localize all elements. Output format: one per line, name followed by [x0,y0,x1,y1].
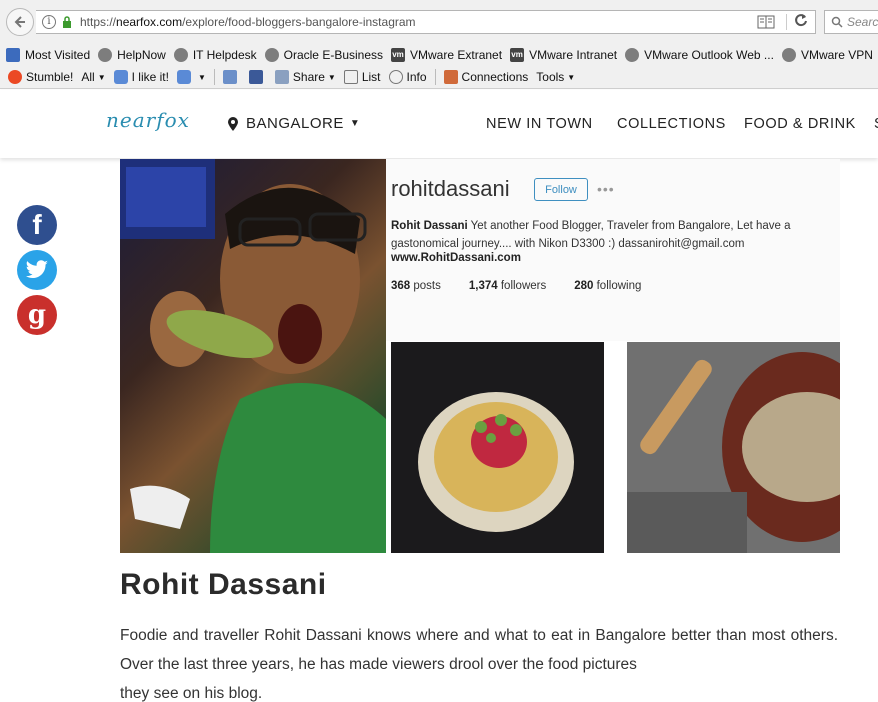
bookmark-vmware-vpn[interactable]: VMware VPN [781,47,873,62]
back-arrow-icon [14,16,25,28]
article-body: Foodie and traveller Rohit Dassani knows… [120,621,838,702]
article-paragraph-continued: they see on his blog. [120,685,263,702]
globe-icon [173,47,188,62]
nav-overflow-item[interactable]: S [874,116,878,132]
caret-down-icon: ▼ [349,118,361,129]
food-photo-dessert[interactable] [627,342,840,553]
globe-icon [98,47,113,62]
city-selector[interactable]: BANGALORE ▼ [228,115,360,132]
globe-icon [264,47,279,62]
instagram-stats: 368 posts 1,374 followers 280 following [391,280,641,292]
article-title: Rohit Dassani [120,568,327,601]
plus-icon [343,70,358,84]
bookmark-vmware-extranet[interactable]: vm VMware Extranet [391,47,502,62]
facebook-icon: f [32,209,42,240]
url-text[interactable]: https://nearfox.com/explore/food-blogger… [80,15,416,29]
stumble-button[interactable]: Stumble! [8,70,73,84]
reload-icon[interactable] [794,13,808,30]
reader-view-icon[interactable] [757,15,775,32]
bookmarks-bar: Most Visited HelpNow IT Helpdesk Oracle … [0,43,878,66]
facebook-share-button[interactable] [248,70,267,84]
twitter-share-button[interactable] [17,250,57,290]
location-pin-icon [228,116,238,131]
instagram-website-link[interactable]: www.RohitDassani.com [391,252,521,264]
followers-stat[interactable]: 1,374 followers [469,280,546,292]
browser-url-row: i https://nearfox.com/explore/food-blogg… [0,0,878,43]
globe-icon [781,47,796,62]
nav-collections[interactable]: COLLECTIONS [617,116,726,132]
nav-food-and-drink[interactable]: FOOD & DRINK [744,116,856,132]
all-dropdown[interactable]: All ▼ [81,70,105,84]
bookmark-helpnow[interactable]: HelpNow [98,47,166,62]
search-input[interactable]: Searc [824,10,878,34]
thumbs-down-icon [176,70,191,84]
i-like-it-button[interactable]: I like it! [113,70,169,84]
caret-down-icon: ▼ [97,72,106,82]
facebook-share-button[interactable]: f [17,205,57,245]
tools-dropdown[interactable]: Tools ▼ [536,70,575,84]
folder-icon [6,47,20,62]
twitter-icon [25,260,48,278]
vmware-icon: vm [391,47,406,62]
urlbar-separator [786,14,787,30]
bookmark-most-visited[interactable]: Most Visited [6,47,90,62]
google-plus-share-button[interactable]: g [17,295,57,335]
tag-icon [222,70,237,84]
instagram-bio: Rohit Dassani Yet another Food Blogger, … [391,217,821,253]
connections-button[interactable]: Connections [443,70,528,84]
google-icon: g [27,300,47,330]
bookmark-oracle[interactable]: Oracle E-Business [264,47,383,62]
follow-button[interactable]: Follow [534,178,588,201]
lock-icon[interactable] [62,16,72,28]
tag-button[interactable] [222,70,241,84]
search-placeholder: Searc [847,15,878,29]
site-header: nearfox BANGALORE ▼ NEW IN TOWN COLLECTI… [0,90,878,158]
info-button[interactable]: Info [388,70,427,84]
posts-stat: 368 posts [391,280,441,292]
bookmark-vmware-outlook[interactable]: VMware Outlook Web ... [625,47,774,62]
article-paragraph: Foodie and traveller Rohit Dassani knows… [120,627,838,673]
thumbs-up-icon [113,70,128,84]
food-photo-cake[interactable] [391,342,604,553]
blogger-photo [120,159,386,553]
share-icon [274,70,289,84]
people-icon [443,70,458,84]
search-icon [831,16,843,28]
caret-down-icon: ▼ [197,72,206,82]
list-button[interactable]: List [343,70,381,84]
facebook-icon [248,70,263,84]
toolbar-separator [434,69,436,85]
speech-bubble-icon [388,70,403,84]
nearfox-logo[interactable]: nearfox [106,108,190,132]
more-options-icon[interactable]: ••• [597,181,615,197]
instagram-handle: rohitdassani [391,176,510,201]
caret-down-icon: ▼ [327,72,336,82]
stumbleupon-icon [8,70,22,84]
addon-toolbar: Stumble! All ▼ I like it! ▼ Share ▼ List I… [0,66,878,89]
globe-icon [625,47,640,62]
share-dropdown[interactable]: Share ▼ [274,70,336,84]
thumbs-down-button[interactable]: ▼ [176,70,206,84]
back-button[interactable] [6,8,34,36]
info-icon[interactable]: i [42,15,56,29]
instagram-profile-panel: rohitdassani Follow ••• Rohit Dassani Ye… [386,159,840,341]
address-bar[interactable]: i https://nearfox.com/explore/food-blogg… [36,10,816,34]
toolbar-separator [213,69,215,85]
caret-down-icon: ▼ [567,72,576,82]
following-stat[interactable]: 280 following [574,280,641,292]
nav-new-in-town[interactable]: NEW IN TOWN [486,116,593,132]
vmware-icon: vm [510,47,525,62]
city-label: BANGALORE [246,115,344,132]
bookmark-vmware-intranet[interactable]: vm VMware Intranet [510,47,617,62]
bio-name: Rohit Dassani [391,220,468,232]
bookmark-it-helpdesk[interactable]: IT Helpdesk [173,47,257,62]
